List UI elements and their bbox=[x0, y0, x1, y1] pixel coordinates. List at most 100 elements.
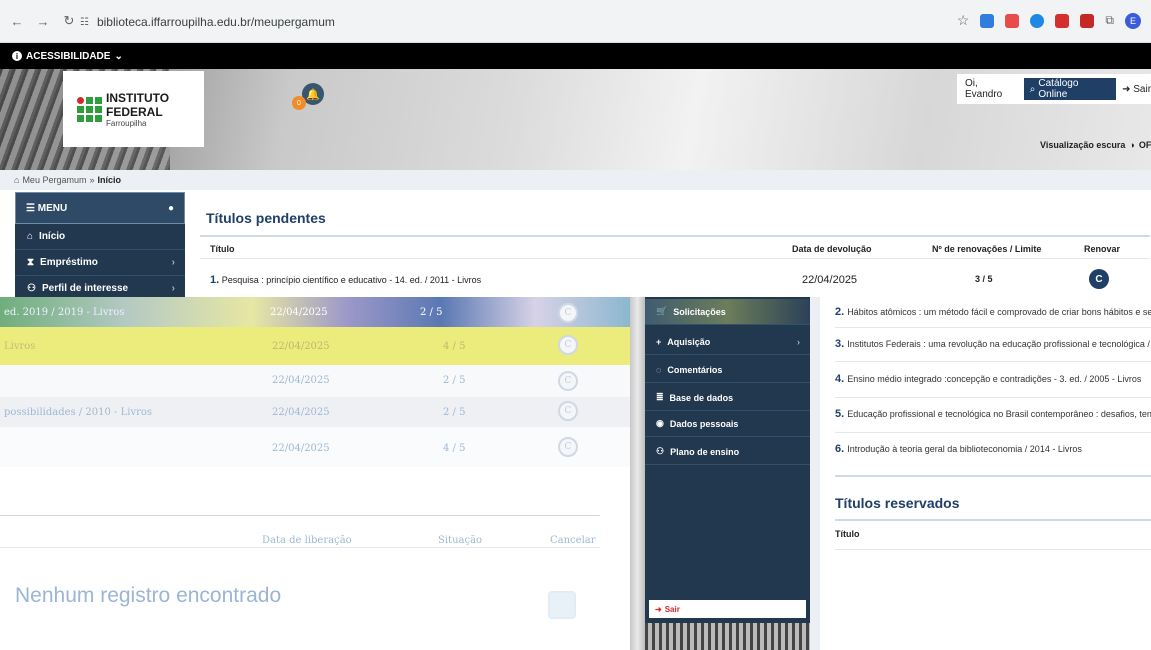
sidebar-item-comentarios[interactable]: ◌ Comentários bbox=[645, 357, 810, 383]
logo-subtitle: Farroupilha bbox=[106, 118, 147, 128]
sidebar-item-dados-pessoais[interactable]: ◉ Dados pessoais bbox=[645, 411, 810, 437]
list-item[interactable]: 4. Ensino médio integrado :concepção e co… bbox=[835, 373, 1151, 385]
sidebar-item-emprestimo[interactable]: ⧗ Empréstimo › bbox=[15, 250, 185, 276]
sidebar-menu: ☰ MENU ● ⌂ Início ⧗ Empréstimo › ⚇ Perfi… bbox=[15, 192, 185, 302]
user-greeting: Oi, Evandro bbox=[965, 78, 1003, 100]
extension-icon[interactable] bbox=[1030, 13, 1045, 28]
row-title[interactable]: 1. Pesquisa : princípio científico e edu… bbox=[210, 274, 481, 286]
home-icon: ⌂ bbox=[27, 231, 34, 242]
extension-icon[interactable] bbox=[1080, 13, 1095, 28]
divider bbox=[835, 361, 1151, 362]
table-row: 1. Pesquisa : princípio científico e edu… bbox=[200, 267, 1150, 291]
logo-name: INSTITUTO FEDERAL bbox=[106, 90, 170, 119]
right-panel: 2. Hábitos atômicos : um método fácil e c… bbox=[810, 297, 1151, 650]
renew-button[interactable]: C bbox=[1089, 269, 1109, 289]
user-circle-icon: ◉ bbox=[656, 418, 664, 428]
bookmark-star-icon[interactable]: ☆ bbox=[957, 12, 970, 29]
chevron-right-icon: › bbox=[171, 257, 175, 268]
url-text: biblioteca.iffarroupilha.edu.br/meuperga… bbox=[96, 15, 335, 29]
breadcrumb-current: Início bbox=[97, 175, 121, 185]
main-panel: Títulos pendentes Título Data de devoluç… bbox=[190, 192, 1151, 297]
accessibility-bar[interactable]: i ACESSIBILIDADE ⌄ bbox=[0, 43, 1151, 69]
chevron-right-icon: › bbox=[797, 336, 800, 347]
logout-icon: ➜ bbox=[1122, 83, 1131, 95]
institution-logo[interactable]: INSTITUTO FEDERAL Farroupilha bbox=[63, 71, 204, 147]
divider-strip bbox=[630, 297, 645, 650]
site-info-icon[interactable]: ☷ bbox=[80, 17, 89, 28]
sidebar-logout-button[interactable]: ➜ Sair bbox=[649, 600, 806, 618]
forward-icon[interactable]: → bbox=[34, 12, 52, 30]
list-item[interactable]: 6. Introdução à teoria geral da bibliotec… bbox=[835, 443, 1151, 455]
placeholder-icon bbox=[548, 591, 576, 619]
row-renewals: 3 / 5 bbox=[975, 274, 993, 284]
extension-icons: ☆ ⧉ E bbox=[957, 12, 1141, 29]
table-row: Livros 22/04/2025 4 / 5 C bbox=[0, 333, 630, 361]
hamburger-icon: ☰ bbox=[26, 202, 35, 214]
divider bbox=[835, 432, 1151, 433]
accessibility-icon: i bbox=[12, 51, 22, 61]
user-box: Oi, Evandro ⌕ Catálogo Online ➜ Sair bbox=[957, 74, 1151, 104]
extension-icon[interactable] bbox=[1005, 13, 1020, 28]
table-row: 22/04/2025 2 / 5 C bbox=[0, 367, 630, 395]
table-row: ed. 2019 / 2019 - Livros 22/04/2025 2 / … bbox=[0, 299, 630, 327]
divider bbox=[835, 327, 1151, 328]
dark-mode-toggle[interactable]: Visualização escura ◑ OFF bbox=[1040, 140, 1151, 150]
sidebar-menu-lower: 🛒 Solicitações + Aquisição › ◌ Comentári… bbox=[645, 297, 810, 623]
sidebar-item-base-dados[interactable]: ≣ Base de dados bbox=[645, 385, 810, 411]
address-bar[interactable]: ☷ biblioteca.iffarroupilha.edu.br/meuper… bbox=[80, 9, 920, 35]
pending-table-header: Título Data de devolução Nº de renovaçõe… bbox=[200, 235, 1150, 259]
breadcrumb-root[interactable]: Meu Pergamum bbox=[22, 175, 86, 185]
logo-mark bbox=[77, 96, 102, 122]
col-due: Data de devolução bbox=[792, 244, 872, 254]
logout-button[interactable]: ➜ Sair bbox=[1122, 84, 1151, 95]
table-row: possibilidades / 2010 - Livros 22/04/202… bbox=[0, 399, 630, 427]
divider bbox=[0, 515, 600, 516]
renew-button[interactable]: C bbox=[558, 437, 578, 457]
glitched-region: ed. 2019 / 2019 - Livros 22/04/2025 2 / … bbox=[0, 297, 630, 650]
chevron-down-icon: ⌄ bbox=[114, 50, 123, 62]
comment-icon: ◌ bbox=[656, 364, 662, 375]
back-icon[interactable]: ← bbox=[8, 12, 26, 30]
users-icon: ⚇ bbox=[27, 283, 36, 294]
reserved-table-header: Data de liberação Situação Cancelar bbox=[262, 535, 596, 546]
sidebar-item-aquisicao[interactable]: + Aquisição › bbox=[645, 329, 810, 355]
hourglass-icon: ⧗ bbox=[27, 257, 35, 268]
divider bbox=[835, 475, 1151, 477]
row-due: 22/04/2025 bbox=[802, 274, 858, 286]
sidebar-item-solicitacoes[interactable]: 🛒 Solicitações bbox=[645, 299, 810, 325]
database-icon: ≣ bbox=[656, 392, 664, 402]
browser-toolbar: ← → ↻ ☷ biblioteca.iffarroupilha.edu.br/… bbox=[0, 0, 1151, 43]
list-item[interactable]: 5. Educação profissional e tecnológica no… bbox=[835, 408, 1151, 420]
accessibility-label: ACESSIBILIDADE bbox=[26, 50, 111, 62]
background-decoration bbox=[645, 623, 810, 650]
renew-button[interactable]: C bbox=[558, 401, 578, 421]
reserved-col-title: Título bbox=[835, 529, 860, 539]
extension-icon[interactable] bbox=[980, 13, 995, 28]
puzzle-icon[interactable]: ⧉ bbox=[1105, 13, 1114, 28]
renew-button[interactable]: C bbox=[558, 335, 578, 355]
list-item[interactable]: 3. Institutos Federais : uma revolução na… bbox=[835, 338, 1151, 350]
menu-header[interactable]: ☰ MENU ● bbox=[15, 192, 185, 224]
renew-button[interactable]: C bbox=[558, 303, 578, 323]
pending-title: Títulos pendentes bbox=[206, 210, 326, 226]
divider bbox=[835, 549, 1151, 550]
table-row: 22/04/2025 4 / 5 C bbox=[0, 435, 630, 463]
reserved-title: Títulos reservados bbox=[835, 495, 960, 511]
sidebar-item-inicio[interactable]: ⌂ Início bbox=[15, 224, 185, 250]
divider bbox=[835, 397, 1151, 398]
cart-icon: 🛒 bbox=[656, 306, 668, 316]
home-icon: ⌂ bbox=[14, 175, 20, 185]
catalog-online-button[interactable]: ⌕ Catálogo Online bbox=[1023, 78, 1117, 100]
people-icon: ⚇ bbox=[656, 446, 665, 456]
divider bbox=[835, 519, 1151, 521]
profile-avatar[interactable]: E bbox=[1125, 12, 1141, 29]
renew-button[interactable]: C bbox=[558, 371, 578, 391]
divider bbox=[0, 547, 600, 548]
sidebar-item-plano-ensino[interactable]: ⚇ Plano de ensino bbox=[645, 439, 810, 465]
chevron-right-icon: › bbox=[171, 283, 175, 294]
collapse-icon[interactable]: ● bbox=[168, 203, 174, 214]
col-renewals: Nº de renovações / Limite bbox=[932, 244, 1042, 254]
list-item[interactable]: 2. Hábitos atômicos : um método fácil e c… bbox=[835, 306, 1151, 318]
reload-icon[interactable]: ↻ bbox=[60, 12, 78, 30]
extension-icon[interactable] bbox=[1055, 13, 1070, 28]
